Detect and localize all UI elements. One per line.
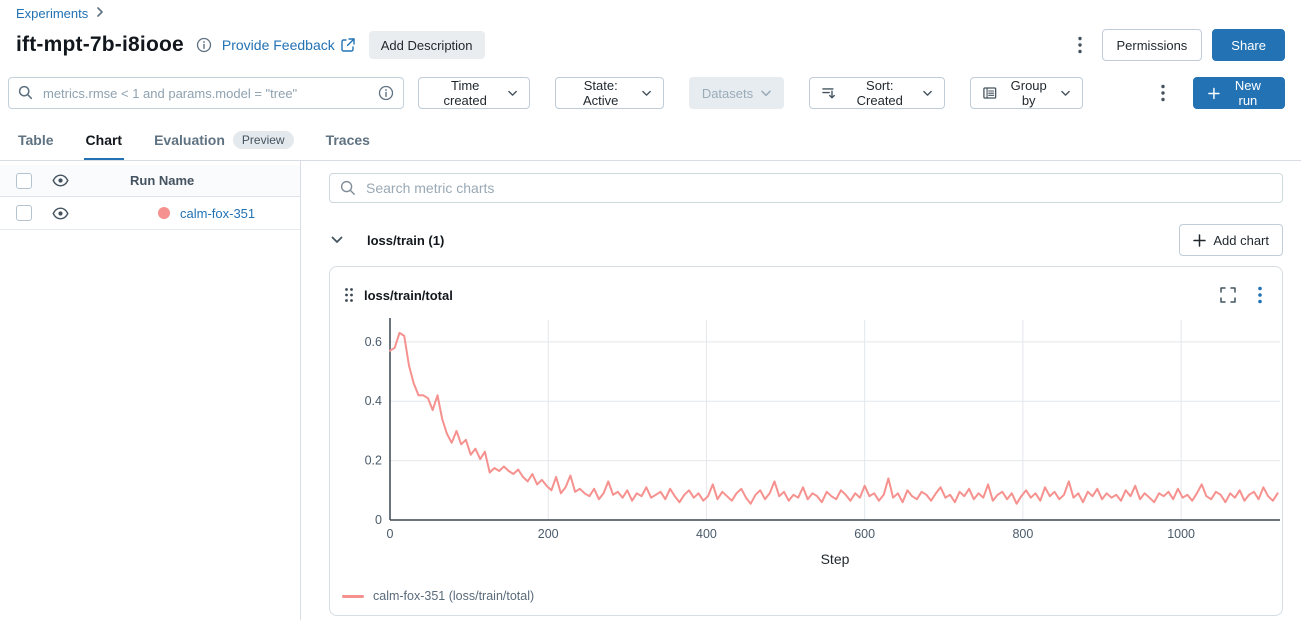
chart-title: loss/train/total bbox=[364, 287, 453, 303]
chevron-right-icon bbox=[96, 7, 104, 20]
metric-chart-search-box bbox=[329, 173, 1283, 203]
state-filter-label: State: Active bbox=[583, 78, 619, 108]
tab-traces-label: Traces bbox=[325, 132, 370, 148]
metric-charts-panel: loss/train (1) Add chart loss/train/tota… bbox=[301, 161, 1301, 620]
run-name-link[interactable]: calm-fox-351 bbox=[180, 206, 255, 221]
new-run-button[interactable]: New run bbox=[1192, 77, 1285, 109]
tab-evaluation[interactable]: Evaluation Preview bbox=[152, 123, 295, 160]
metric-section-title: loss/train (1) bbox=[367, 232, 445, 248]
preview-badge: Preview bbox=[232, 131, 294, 149]
table-row[interactable]: calm-fox-351 bbox=[0, 197, 300, 230]
search-icon bbox=[18, 85, 33, 105]
info-icon[interactable] bbox=[196, 37, 212, 53]
chevron-down-icon bbox=[761, 90, 771, 96]
x-tick-label: 1000 bbox=[1167, 527, 1195, 541]
plus-icon bbox=[1193, 233, 1207, 247]
chart-legend: calm-fox-351 (loss/train/total) bbox=[342, 589, 1282, 603]
toolbar-kebab-menu-button[interactable] bbox=[1155, 80, 1171, 106]
plus-icon bbox=[1208, 87, 1220, 99]
tab-traces[interactable]: Traces bbox=[324, 123, 372, 160]
add-description-button[interactable]: Add Description bbox=[368, 31, 485, 59]
y-tick-label: 0.2 bbox=[365, 454, 382, 468]
tab-chart[interactable]: Chart bbox=[83, 123, 125, 160]
time-created-label: Time created bbox=[443, 78, 487, 108]
legend-line-swatch bbox=[342, 594, 364, 598]
legend-label[interactable]: calm-fox-351 (loss/train/total) bbox=[373, 589, 534, 603]
sort-label: Sort: Created bbox=[856, 78, 903, 108]
x-tick-label: 800 bbox=[1012, 527, 1033, 541]
search-icon bbox=[340, 180, 356, 201]
permissions-button[interactable]: Permissions bbox=[1101, 29, 1203, 61]
run-color-dot bbox=[158, 207, 170, 219]
external-link-icon bbox=[341, 38, 355, 52]
x-tick-label: 600 bbox=[854, 527, 875, 541]
sort-button[interactable]: Sort: Created bbox=[809, 77, 945, 109]
new-run-label: New run bbox=[1234, 78, 1261, 108]
view-tabs: Table Chart Evaluation Preview Traces bbox=[0, 123, 1301, 161]
page-title: ift-mpt-7b-i8iooe bbox=[16, 33, 184, 56]
breadcrumb: Experiments bbox=[0, 0, 1301, 21]
run-search-box bbox=[8, 77, 404, 109]
y-tick-label: 0.6 bbox=[365, 335, 382, 349]
breadcrumb-experiments-link[interactable]: Experiments bbox=[16, 6, 88, 21]
drag-handle-icon[interactable] bbox=[344, 287, 354, 303]
y-tick-label: 0 bbox=[375, 513, 382, 527]
title-row: ift-mpt-7b-i8iooe Provide Feedback Add D… bbox=[0, 21, 1301, 63]
datasets-filter-button[interactable]: Datasets bbox=[688, 77, 785, 109]
run-search-input[interactable] bbox=[8, 77, 404, 109]
chevron-down-icon bbox=[923, 90, 932, 96]
add-chart-label: Add chart bbox=[1213, 232, 1269, 248]
run-visibility-eye-icon[interactable] bbox=[32, 206, 88, 220]
experiment-page: Experiments ift-mpt-7b-i8iooe Provide Fe… bbox=[0, 0, 1301, 620]
group-by-button[interactable]: Group by bbox=[969, 77, 1083, 109]
chart-card-header: loss/train/total bbox=[330, 267, 1282, 314]
sort-icon bbox=[822, 88, 836, 99]
chevron-down-icon bbox=[507, 90, 517, 96]
expand-chart-button[interactable] bbox=[1216, 283, 1240, 307]
chart-plot-area[interactable]: 0 0.2 0.4 0.6 0 200 400 600 800 1000 Step bbox=[330, 314, 1282, 573]
loss-chart-svg[interactable]: 0 0.2 0.4 0.6 0 200 400 600 800 1000 Step bbox=[330, 316, 1280, 568]
x-axis-label: Step bbox=[821, 551, 850, 567]
tab-table[interactable]: Table bbox=[16, 123, 56, 160]
run-row-checkbox[interactable] bbox=[16, 205, 32, 221]
run-list-header: Run Name bbox=[0, 165, 300, 197]
state-filter-button[interactable]: State: Active bbox=[554, 77, 664, 109]
metric-chart-search-input[interactable] bbox=[329, 173, 1283, 203]
header-kebab-menu-button[interactable] bbox=[1072, 32, 1088, 58]
chart-kebab-menu-button[interactable] bbox=[1252, 282, 1268, 308]
search-info-icon[interactable] bbox=[378, 85, 394, 106]
expand-icon bbox=[1220, 287, 1236, 303]
group-by-icon bbox=[983, 87, 997, 99]
metric-chart-card: loss/train/total 0 0.2 0.4 0.6 0 200 400 600 8 bbox=[329, 266, 1283, 616]
run-search-toolbar: Time created State: Active Datasets Sort… bbox=[0, 63, 1301, 117]
provide-feedback-link[interactable]: Provide Feedback bbox=[222, 37, 355, 53]
select-all-checkbox[interactable] bbox=[16, 172, 32, 189]
share-button[interactable]: Share bbox=[1212, 29, 1285, 61]
run-name-column-header: Run Name bbox=[130, 173, 195, 188]
time-created-filter-button[interactable]: Time created bbox=[417, 77, 530, 109]
y-tick-label: 0.4 bbox=[365, 394, 382, 408]
tab-table-label: Table bbox=[18, 132, 54, 148]
section-collapse-chevron-icon[interactable] bbox=[329, 234, 345, 246]
loss-line-series[interactable] bbox=[389, 331, 1279, 505]
tab-chart-label: Chart bbox=[85, 132, 123, 148]
tab-evaluation-label: Evaluation bbox=[154, 132, 225, 148]
provide-feedback-label: Provide Feedback bbox=[221, 37, 335, 53]
chevron-down-icon bbox=[1061, 90, 1070, 96]
add-chart-button[interactable]: Add chart bbox=[1179, 224, 1283, 256]
datasets-filter-label: Datasets bbox=[701, 85, 754, 101]
x-tick-label: 0 bbox=[387, 527, 394, 541]
visibility-column-eye-icon[interactable] bbox=[32, 174, 88, 187]
chevron-down-icon bbox=[641, 90, 651, 96]
group-by-label: Group by bbox=[1010, 78, 1047, 108]
content-area: Run Name calm-fox-351 Search metric char… bbox=[0, 161, 1301, 620]
metric-section-header: loss/train (1) Add chart bbox=[329, 223, 1283, 257]
x-tick-label: 400 bbox=[696, 527, 717, 541]
x-tick-label: 200 bbox=[538, 527, 559, 541]
run-list-panel: Run Name calm-fox-351 bbox=[0, 161, 301, 620]
